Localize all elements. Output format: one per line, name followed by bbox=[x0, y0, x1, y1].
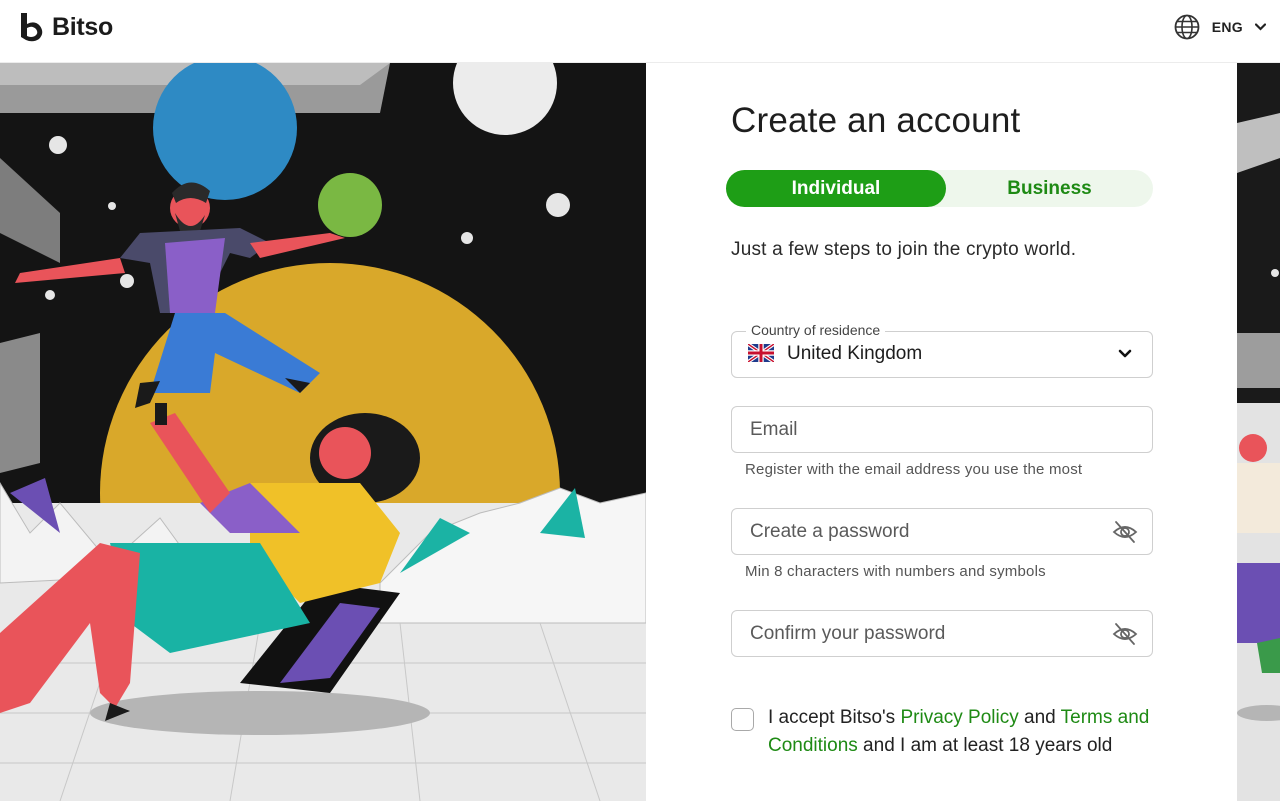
account-type-toggle: Individual Business bbox=[726, 170, 1153, 207]
page-title: Create an account bbox=[731, 101, 1021, 140]
uk-flag-icon bbox=[748, 344, 774, 362]
terms-suffix: and I am at least 18 years old bbox=[857, 735, 1113, 756]
privacy-policy-link[interactable]: Privacy Policy bbox=[900, 707, 1018, 728]
eye-off-icon[interactable] bbox=[1112, 621, 1138, 647]
confirm-password-input[interactable] bbox=[732, 611, 1152, 656]
password-hint: Min 8 characters with numbers and symbol… bbox=[745, 563, 1046, 580]
chevron-down-icon bbox=[1255, 23, 1266, 31]
country-field-label: Country of residence bbox=[746, 322, 886, 338]
bitso-logo[interactable]: Bitso bbox=[17, 12, 113, 42]
country-value: United Kingdom bbox=[787, 343, 923, 364]
hero-illustration bbox=[0, 63, 646, 801]
terms-checkbox[interactable] bbox=[731, 708, 754, 731]
terms-middle: and bbox=[1018, 707, 1061, 728]
country-select[interactable]: Country of residence United Kingdom bbox=[731, 322, 1153, 378]
tab-business[interactable]: Business bbox=[946, 170, 1153, 207]
chevron-down-icon bbox=[1118, 349, 1132, 358]
page-subtitle: Just a few steps to join the crypto worl… bbox=[731, 239, 1077, 260]
language-selector[interactable]: ENG bbox=[1174, 14, 1266, 40]
globe-icon bbox=[1174, 14, 1200, 40]
language-label: ENG bbox=[1211, 19, 1243, 35]
crypto-space-illustration bbox=[0, 63, 646, 801]
brand-name: Bitso bbox=[52, 12, 114, 41]
crypto-space-illustration-edge bbox=[1237, 63, 1280, 801]
email-field bbox=[731, 406, 1153, 453]
terms-text: I accept Bitso's Privacy Policy and Term… bbox=[768, 704, 1158, 760]
eye-off-icon[interactable] bbox=[1112, 519, 1138, 545]
signup-panel: Create an account Individual Business Ju… bbox=[646, 63, 1237, 801]
bitso-logo-icon bbox=[21, 13, 43, 42]
email-input[interactable] bbox=[732, 407, 1152, 452]
hero-illustration-right bbox=[1237, 63, 1280, 801]
confirm-password-field bbox=[731, 610, 1153, 657]
password-input[interactable] bbox=[732, 509, 1152, 554]
top-header: Bitso ENG bbox=[0, 0, 1280, 63]
terms-prefix: I accept Bitso's bbox=[768, 707, 901, 728]
tab-individual[interactable]: Individual bbox=[726, 170, 946, 207]
email-hint: Register with the email address you use … bbox=[745, 461, 1083, 478]
password-field bbox=[731, 508, 1153, 555]
